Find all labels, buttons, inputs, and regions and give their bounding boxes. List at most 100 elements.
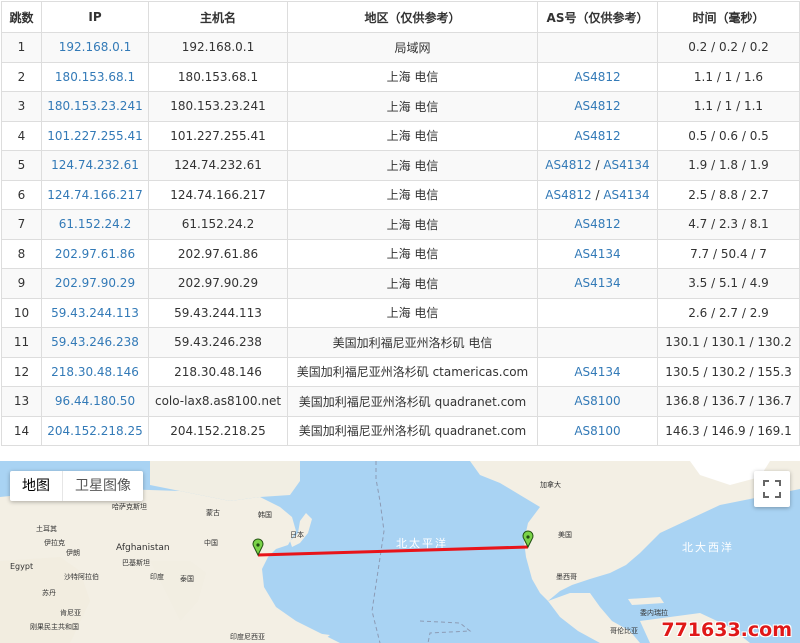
hostname-cell-text: 59.43.246.238 [174,335,262,350]
as-link[interactable]: AS8100 [574,394,620,408]
hostname-cell-text: 202.97.61.86 [177,246,259,261]
hop-cell-text: 12 [13,364,30,379]
fullscreen-corner-bottom-left [763,492,769,498]
time-cell-text: 1.9 / 1.8 / 1.9 [688,158,769,173]
pin-shanghai-dot [256,543,260,547]
as-link[interactable]: AS4812 [574,99,620,113]
ip-cell: 204.152.218.25 [41,415,149,446]
time-cell: 0.5 / 0.6 / 0.5 [657,120,800,151]
fullscreen-button[interactable] [754,471,790,507]
ip-cell-text[interactable]: 59.43.244.113 [51,306,139,320]
region-cell: 上海 电信 [287,238,538,269]
hostname-cell: 202.97.90.29 [148,268,288,299]
map-type-satellite-button[interactable]: 卫星图像 [62,471,143,501]
time-cell: 146.3 / 146.9 / 169.1 [657,415,800,446]
as-link[interactable]: AS4812 [574,217,620,231]
time-cell: 130.5 / 130.2 / 155.3 [657,356,800,387]
as-link[interactable]: AS4134 [574,247,620,261]
table-header-row: 跳数 IP 主机名 地区（仅供参考） AS号（仅供参考） 时间（毫秒） [1,1,800,33]
as-cell: AS4812 [537,209,658,240]
as-link[interactable]: AS4812 [574,129,620,143]
map-type-map-button[interactable]: 地图 [10,471,62,501]
hop-cell-text: 9 [17,276,26,291]
ip-cell: 124.74.232.61 [41,150,149,181]
region-cell-text: 上海 电信 [386,188,439,203]
ip-cell-text[interactable]: 218.30.48.146 [51,365,139,379]
label-afghanistan: Afghanistan [116,543,170,553]
hostname-cell: 124.74.166.217 [148,179,288,210]
dash-border [419,620,472,643]
hostname-cell: 192.168.0.1 [148,32,288,63]
ip-cell: 59.43.244.113 [41,297,149,328]
ip-cell-text[interactable]: 204.152.218.25 [47,424,142,438]
hop-cell-text: 7 [17,217,26,232]
hostname-cell: 59.43.244.113 [148,297,288,328]
as-cell: AS4812 [537,91,658,122]
hop-cell-text: 6 [17,187,26,202]
table-body: 1 192.168.0.1 192.168.0.1 局域网 0.2 / 0.2 / 0.… [1,32,800,446]
as-link[interactable]: AS4812 [545,158,591,172]
table-row: 14 204.152.218.25 204.152.218.25 美国加利福尼亚州洛杉… [1,415,800,446]
label-kazakhstan: 哈萨克斯坦 [112,502,147,511]
ip-cell: 59.43.246.238 [41,327,149,358]
hop-cell-text: 10 [13,305,30,320]
as-cell [537,32,658,63]
label-saudi: 沙特阿拉伯 [64,572,99,581]
region-cell-text: 上海 电信 [386,306,439,321]
hop-cell: 13 [1,386,42,417]
ip-cell-text[interactable]: 192.168.0.1 [59,40,132,54]
land-mexico [548,593,640,643]
as-link[interactable]: AS4134 [574,276,620,290]
hostname-cell: colo-lax8.as8100.net [148,386,288,417]
hop-cell-text: 1 [17,40,26,55]
hostname-cell-text: colo-lax8.as8100.net [154,394,282,409]
table-row: 10 59.43.244.113 59.43.244.113 上海 电信 2.6 / 2… [1,297,800,328]
label-iraq: 伊拉克 [44,538,65,547]
hostname-cell-text: 124.74.232.61 [174,158,262,173]
hostname-cell: 202.97.61.86 [148,238,288,269]
region-cell: 上海 电信 [287,120,538,151]
label-pacific: 北太平洋 [396,536,448,550]
route-map[interactable]: 北太平洋 北大西洋 Afghanistan 韩国 日本 蒙古 哈萨克斯坦 中国 … [0,461,800,643]
hostname-cell-text: 124.74.166.217 [170,187,266,202]
as-link[interactable]: AS4812 [545,188,591,202]
as-cell: AS4134 [537,268,658,299]
ip-cell-text[interactable]: 61.152.24.2 [59,217,132,231]
hop-cell-text: 13 [13,394,30,409]
time-cell: 7.7 / 50.4 / 7 [657,238,800,269]
region-cell-text: 美国加利福尼亚州洛杉矶 电信 [332,335,493,350]
ip-cell-text[interactable]: 180.153.23.241 [47,99,142,113]
as-link[interactable]: AS4134 [574,365,620,379]
time-cell: 3.5 / 5.1 / 4.9 [657,268,800,299]
region-cell-text: 上海 电信 [386,70,439,85]
ip-cell-text[interactable]: 124.74.232.61 [51,158,139,172]
ip-cell-text[interactable]: 96.44.180.50 [55,394,135,408]
ip-cell-text[interactable]: 180.153.68.1 [55,70,135,84]
as-link[interactable]: AS4134 [603,158,649,172]
hop-cell-text: 3 [17,99,26,114]
label-thailand: 泰国 [180,574,194,583]
label-iran: 伊朗 [66,548,80,557]
region-cell: 美国加利福尼亚州洛杉矶 电信 [287,327,538,358]
ip-cell-text[interactable]: 202.97.61.86 [55,247,135,261]
as-link[interactable]: AS4812 [574,70,620,84]
ip-cell-text[interactable]: 101.227.255.41 [47,129,142,143]
label-colombia: 哥伦比亚 [610,626,638,635]
as-cell: AS4134 [537,356,658,387]
hop-cell-text: 14 [13,423,30,438]
time-cell: 1.1 / 1 / 1.6 [657,61,800,92]
hop-cell: 12 [1,356,42,387]
label-pakistan: 巴基斯坦 [122,558,150,567]
hop-cell: 8 [1,238,42,269]
table-row: 7 61.152.24.2 61.152.24.2 上海 电信 AS4812 4.7 / … [1,209,800,240]
as-cell: AS4812 / AS4134 [537,179,658,210]
time-cell-text: 1.1 / 1 / 1.1 [693,99,764,114]
ip-cell-text[interactable]: 202.97.90.29 [55,276,135,290]
table-row: 4 101.227.255.41 101.227.255.41 上海 电信 AS4812… [1,120,800,151]
table-row: 5 124.74.232.61 124.74.232.61 上海 电信 AS4812 /… [1,150,800,181]
time-cell-text: 146.3 / 146.9 / 169.1 [665,423,792,438]
ip-cell-text[interactable]: 59.43.246.238 [51,335,139,349]
as-link[interactable]: AS8100 [574,424,620,438]
ip-cell-text[interactable]: 124.74.166.217 [47,188,142,202]
as-link[interactable]: AS4134 [603,188,649,202]
